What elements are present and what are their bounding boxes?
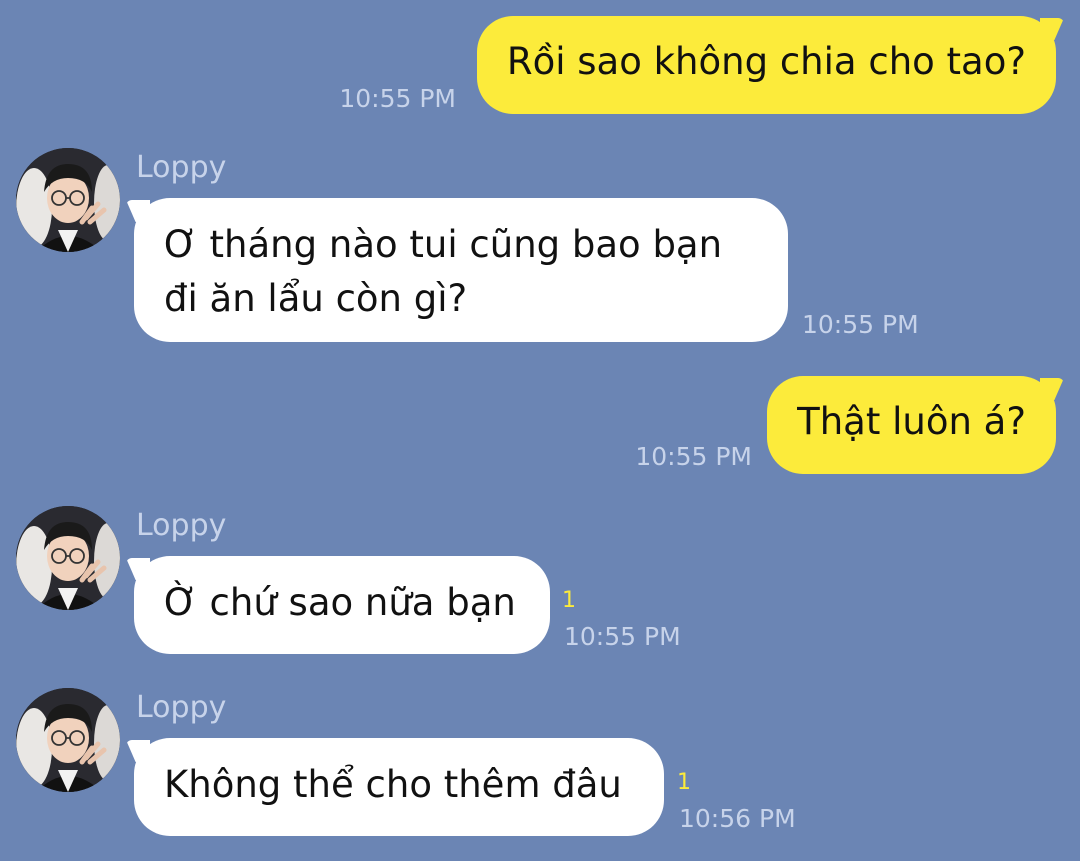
message-timestamp: 10:55 PM [802,310,919,339]
bubble-tail [1040,378,1064,400]
message-text-line: đi ăn lẩu còn gì? [164,277,468,320]
message-row-incoming: Loppy Ờ chứ sao nữa bạn 1 10:55 PM [0,504,1080,664]
bubble-tail [126,200,150,222]
message-text: Rồi sao không chia cho tao? [506,40,1026,83]
message-text: Không thể cho thêm đâu [164,763,622,806]
message-row-incoming: Loppy Ơ tháng nào tui cũng bao bạn đi ăn… [0,146,1080,346]
message-bubble-outgoing[interactable]: Rồi sao không chia cho tao? [476,16,1064,114]
message-timestamp: 10:56 PM [679,804,796,833]
message-text-line: Ơ tháng nào tui cũng bao bạn [164,223,723,266]
message-bubble-incoming[interactable]: Ơ tháng nào tui cũng bao bạn đi ăn lẩu c… [126,198,788,342]
message-bubble-incoming[interactable]: Không thể cho thêm đâu [126,738,664,836]
sender-name: Loppy [136,150,227,185]
message-bubble-outgoing[interactable]: Thật luôn á? [767,376,1064,474]
chat-thread: Rồi sao không chia cho tao? 10:55 PM Lop… [0,0,1080,861]
bubble-tail [126,558,150,580]
avatar[interactable] [16,688,120,792]
sender-name: Loppy [136,690,227,725]
unread-count-badge: 1 [562,588,576,613]
message-timestamp: 10:55 PM [564,622,681,651]
message-text: Thật luôn á? [797,400,1026,443]
unread-count-badge: 1 [677,770,691,795]
bubble-tail [126,740,150,762]
message-timestamp: 10:55 PM [339,84,456,113]
message-timestamp: 10:55 PM [635,442,752,471]
bubble-tail [1040,18,1064,40]
message-text: Ờ chứ sao nữa bạn [164,581,516,624]
avatar[interactable] [16,148,120,252]
sender-name: Loppy [136,508,227,543]
message-bubble-incoming[interactable]: Ờ chứ sao nữa bạn [126,556,550,654]
message-row-incoming: Loppy Không thể cho thêm đâu 1 10:56 PM [0,686,1080,846]
user-avatar-photo-icon [16,506,120,610]
message-row-outgoing: Rồi sao không chia cho tao? 10:55 PM [0,16,1080,116]
avatar[interactable] [16,506,120,610]
message-row-outgoing: Thật luôn á? 10:55 PM [0,376,1080,476]
user-avatar-photo-icon [16,688,120,792]
user-avatar-photo-icon [16,148,120,252]
